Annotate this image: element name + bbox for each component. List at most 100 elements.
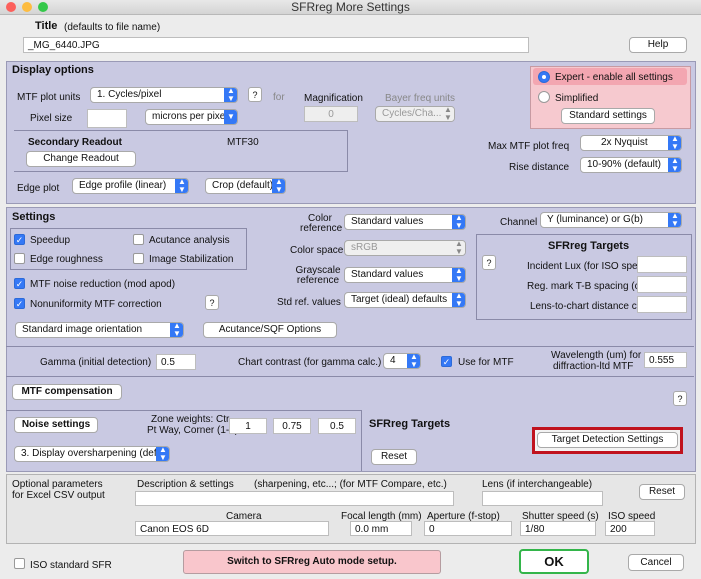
- std-ref-label: Std ref. values: [277, 297, 341, 308]
- chevron-updown-icon: ▲ ▼: [452, 268, 465, 282]
- sharpening-label: (sharpening, etc...; (for MTF Compare, e…: [254, 479, 447, 490]
- channel-select[interactable]: Y (luminance) or G(b) ▲ ▼: [540, 212, 682, 228]
- chevron-updown-icon: ▲ ▼: [224, 88, 237, 102]
- std-ref-select[interactable]: Target (ideal) defaults ▲ ▼: [344, 292, 466, 308]
- aperture-input[interactable]: 0: [424, 521, 512, 536]
- cancel-button[interactable]: Cancel: [628, 554, 684, 571]
- rise-distance-label: Rise distance: [509, 162, 570, 173]
- chevron-updown-icon: ▲ ▼: [170, 323, 183, 337]
- mtf-compensation-button[interactable]: MTF compensation: [12, 384, 122, 400]
- pixel-size-label: Pixel size: [30, 113, 73, 124]
- secondary-readout-label: Secondary Readout: [28, 137, 122, 148]
- lens-distance-input[interactable]: [637, 296, 687, 313]
- acutance-checkbox[interactable]: [133, 234, 144, 245]
- nonuniformity-checkbox[interactable]: ✓: [14, 298, 25, 309]
- pixel-unit-select[interactable]: microns per pixel ▼: [145, 109, 238, 125]
- edge-plot-value: Edge profile (linear): [79, 180, 167, 191]
- simplified-label: Simplified: [555, 93, 599, 104]
- iso-sfr-checkbox[interactable]: [14, 558, 25, 569]
- acutance-sqf-button[interactable]: Acutance/SQF Options: [203, 322, 337, 338]
- lens-distance-label: Lens-to-chart distance cm.: [530, 301, 648, 312]
- mtf-units-label: MTF plot units: [17, 92, 81, 103]
- description-label: Description & settings: [137, 479, 234, 490]
- camera-input[interactable]: Canon EOS 6D: [135, 521, 329, 536]
- shutter-input[interactable]: 1/80: [520, 521, 596, 536]
- color-space-value: sRGB: [351, 242, 378, 253]
- zone-weight-corner-input[interactable]: 0.5: [318, 418, 356, 434]
- pixel-size-input[interactable]: [87, 109, 127, 128]
- orientation-select[interactable]: Standard image orientation ▲ ▼: [15, 322, 184, 338]
- max-mtf-value: 2x Nyquist: [601, 137, 648, 148]
- simplified-radio[interactable]: [538, 91, 550, 103]
- standard-settings-button[interactable]: Standard settings: [561, 108, 655, 124]
- gamma-input[interactable]: 0.5: [156, 354, 196, 370]
- window-titlebar: SFRreg More Settings: [0, 0, 701, 15]
- lens-input[interactable]: [482, 491, 603, 506]
- chevron-updown-icon: ▲ ▼: [452, 293, 465, 307]
- targets-help-button[interactable]: ?: [482, 255, 496, 270]
- nonuniformity-help-button[interactable]: ?: [205, 295, 219, 310]
- color-space-select[interactable]: sRGB ▲ ▼: [344, 240, 466, 256]
- mtf-noise-checkbox[interactable]: ✓: [14, 278, 25, 289]
- description-input[interactable]: [135, 491, 454, 506]
- rise-distance-select[interactable]: 10-90% (default) ▲ ▼: [580, 157, 682, 173]
- magnification-input[interactable]: 0: [304, 106, 358, 122]
- image-stabilization-checkbox[interactable]: [133, 253, 144, 264]
- display-options-title: Display options: [12, 64, 94, 76]
- minimize-window-icon[interactable]: [22, 2, 32, 12]
- chevron-updown-icon: ▲ ▼: [668, 158, 681, 172]
- reg-mark-input[interactable]: [637, 276, 687, 293]
- ok-button[interactable]: OK: [519, 549, 589, 574]
- wavelength-input[interactable]: 0.555: [644, 352, 687, 368]
- title-input[interactable]: _MG_6440.JPG: [23, 37, 529, 53]
- lens-label: Lens (if interchangeable): [482, 479, 593, 490]
- chevron-updown-icon: ▲ ▼: [668, 136, 681, 150]
- noise-settings-button[interactable]: Noise settings: [14, 417, 98, 433]
- grayscale-reference-value: Standard values: [351, 269, 424, 280]
- edge-plot-select[interactable]: Edge profile (linear) ▲ ▼: [72, 178, 189, 194]
- chevron-updown-icon: ▲ ▼: [452, 241, 465, 255]
- wavelength-label-2: diffraction-ltd MTF: [553, 361, 634, 372]
- zoom-window-icon[interactable]: [38, 2, 48, 12]
- settings-help-button[interactable]: ?: [673, 391, 687, 406]
- std-ref-value: Target (ideal) defaults: [351, 294, 448, 305]
- color-space-label: Color space: [290, 245, 344, 256]
- zone-weight-partway-input[interactable]: 0.75: [273, 418, 311, 434]
- edge-plot-label: Edge plot: [17, 183, 60, 194]
- switch-auto-mode-button[interactable]: Switch to SFRreg Auto mode setup.: [183, 550, 441, 574]
- bayer-units-select[interactable]: Cycles/Cha... ▲ ▼: [375, 106, 455, 122]
- grayscale-reference-select[interactable]: Standard values ▲ ▼: [344, 267, 466, 283]
- crop-select[interactable]: Crop (default) ▲ ▼: [205, 178, 286, 194]
- mtf-units-select[interactable]: 1. Cycles/pixel ▲ ▼: [90, 87, 238, 103]
- chart-contrast-label: Chart contrast (for gamma calc.): [238, 357, 382, 368]
- color-reference-label: Color reference: [300, 213, 343, 234]
- gamma-label: Gamma (initial detection): [40, 357, 152, 368]
- expert-radio[interactable]: [538, 71, 550, 83]
- help-button[interactable]: Help: [629, 37, 687, 53]
- max-mtf-select[interactable]: 2x Nyquist ▲ ▼: [580, 135, 682, 151]
- color-reference-select[interactable]: Standard values ▲ ▼: [344, 214, 466, 230]
- edge-roughness-checkbox[interactable]: [14, 253, 25, 264]
- chevron-updown-icon: ▲ ▼: [272, 179, 285, 193]
- zone-weight-center-input[interactable]: 1: [229, 418, 267, 434]
- oversharpening-select[interactable]: 3. Display oversharpening (defa... ▲ ▼: [14, 446, 170, 462]
- iso-input[interactable]: 200: [605, 521, 655, 536]
- bayer-units-value: Cycles/Cha...: [382, 108, 442, 119]
- close-window-icon[interactable]: [6, 2, 16, 12]
- expert-label: Expert - enable all settings: [555, 72, 673, 83]
- chevron-updown-icon: ▲ ▼: [175, 179, 188, 193]
- incident-lux-input[interactable]: [637, 256, 687, 273]
- chart-contrast-select[interactable]: 4 ▲ ▼: [383, 353, 421, 369]
- change-readout-button[interactable]: Change Readout: [26, 151, 136, 167]
- channel-value: Y (luminance) or G(b): [547, 214, 643, 225]
- optional-reset-button[interactable]: Reset: [639, 484, 685, 500]
- targets-reset-button[interactable]: Reset: [371, 449, 417, 465]
- use-for-mtf-label: Use for MTF: [458, 357, 514, 368]
- chevron-updown-icon: ▲ ▼: [452, 215, 465, 229]
- target-detection-button[interactable]: Target Detection Settings: [537, 432, 678, 448]
- speedup-checkbox[interactable]: ✓: [14, 234, 25, 245]
- edge-roughness-label: Edge roughness: [30, 254, 103, 265]
- mtf-units-help-button[interactable]: ?: [248, 87, 262, 102]
- use-for-mtf-checkbox[interactable]: ✓: [441, 356, 452, 367]
- focal-length-input[interactable]: 0.0 mm: [350, 521, 412, 536]
